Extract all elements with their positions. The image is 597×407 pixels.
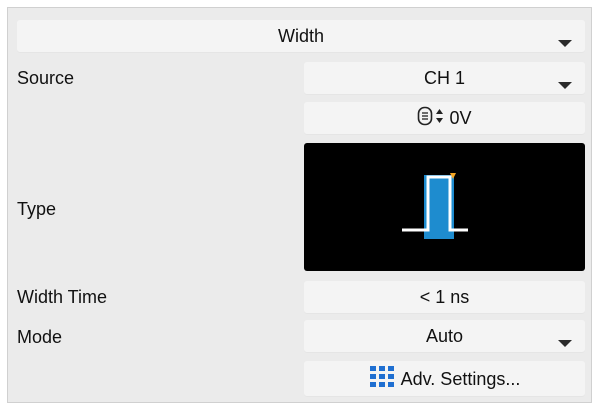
trigger-type-dropdown[interactable]: Width <box>17 20 585 53</box>
trigger-level-field[interactable]: 0V <box>304 102 585 135</box>
adv-settings-button[interactable]: Adv. Settings... <box>304 361 585 397</box>
pulse-type-selector[interactable] <box>304 143 585 271</box>
width-time-label: Width Time <box>17 287 108 307</box>
mode-label: Mode <box>17 327 63 347</box>
chevron-down-icon <box>558 81 572 89</box>
width-time-value: < 1 ns <box>419 287 470 307</box>
type-label: Type <box>17 199 57 219</box>
adv-settings-label: Adv. Settings... <box>400 368 521 389</box>
mode-value: Auto <box>425 326 464 346</box>
trigger-type-value: Width <box>277 26 324 46</box>
grid-icon <box>369 365 395 394</box>
chevron-down-icon <box>558 339 572 347</box>
level-knob-icon <box>417 106 445 131</box>
chevron-down-icon <box>558 39 572 47</box>
trigger-panel: Width Source CH 1 0V Type Width Time < 1… <box>0 0 597 407</box>
source-dropdown[interactable]: CH 1 <box>304 62 585 95</box>
source-value: CH 1 <box>423 68 465 88</box>
source-label: Source <box>17 68 75 88</box>
trigger-level-value: 0V <box>449 108 472 128</box>
pulse-width-icon <box>402 173 468 239</box>
mode-dropdown[interactable]: Auto <box>304 320 585 353</box>
width-time-field[interactable]: < 1 ns <box>304 281 585 314</box>
